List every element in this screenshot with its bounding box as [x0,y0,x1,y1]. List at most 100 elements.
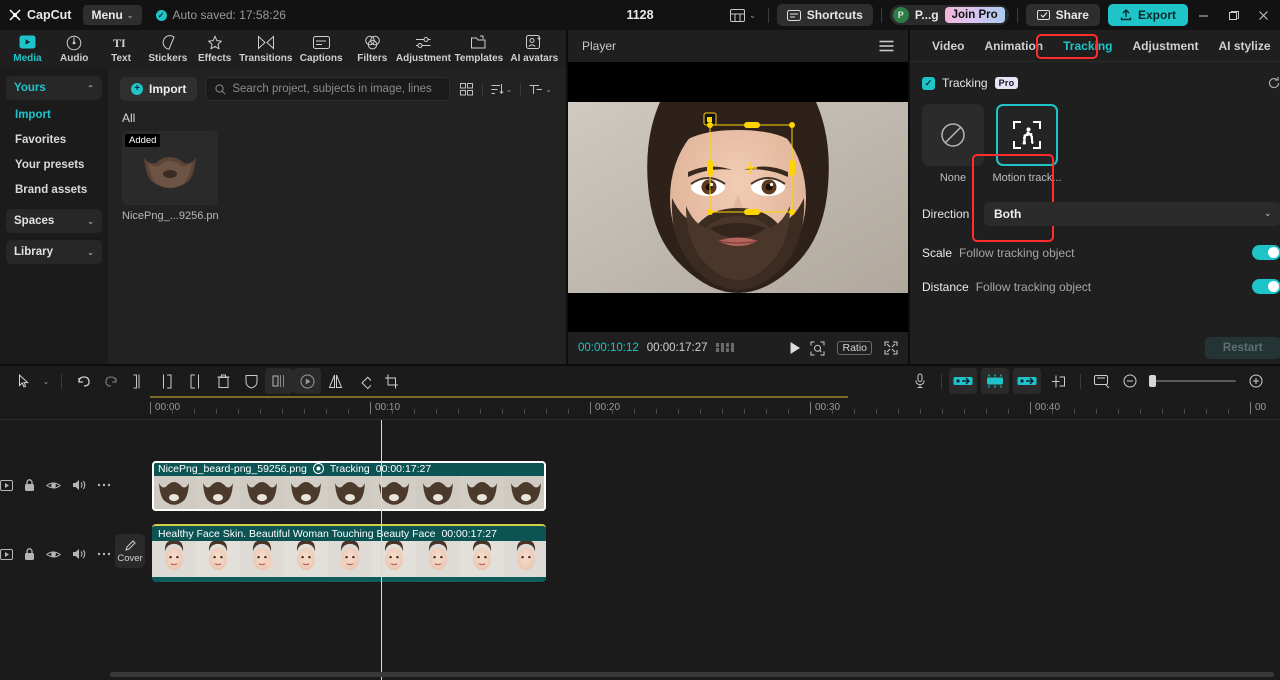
media-panel: Media Audio TI Text Stickers Effects Tra… [0,30,568,364]
account-chip[interactable]: P P...g Join Pro [889,5,1009,25]
tab-tracking[interactable]: Tracking [1053,35,1122,57]
ratio-button[interactable]: Ratio [837,341,872,355]
undo-icon[interactable] [69,368,97,394]
playhead[interactable]: 0 [381,420,382,680]
tab-animation[interactable]: Animation [974,35,1053,57]
menu-button[interactable]: Menu ⌄ [83,5,142,25]
filter-icon[interactable]: ⌄ [527,81,554,98]
close-button[interactable] [1248,0,1278,30]
track-video-icon[interactable] [0,548,13,560]
freeze-frame-icon[interactable] [293,368,321,394]
tab-stickers[interactable]: Stickers [144,30,191,68]
redo-icon[interactable] [97,368,125,394]
crop-icon[interactable] [377,368,405,394]
tab-text[interactable]: TI Text [98,30,145,68]
sidebar-item-brand-assets[interactable]: Brand assets [6,178,102,202]
tab-media[interactable]: Media [4,30,51,68]
zoom-out-icon[interactable] [1116,368,1144,394]
trim-start-icon[interactable] [153,368,181,394]
zoom-slider[interactable] [1149,375,1236,387]
tab-ai-avatars[interactable]: AI avatars [507,30,562,68]
lock-icon[interactable] [24,478,35,492]
split-clip-icon[interactable] [1045,368,1073,394]
tab-captions[interactable]: Captions [293,30,348,68]
play-button[interactable] [788,341,802,355]
import-button[interactable]: + Import [120,77,198,101]
timeline-ruler[interactable]: 00:00 00:10 00:20 00:30 00:40 00 [0,396,1280,420]
scale-toggle[interactable] [1251,245,1280,260]
zoom-in-icon[interactable] [1242,368,1270,394]
sidebar-item-favorites[interactable]: Favorites [6,128,102,152]
trim-end-icon[interactable] [181,368,209,394]
zoom-fit-icon[interactable] [810,341,825,356]
asset-thumbnail[interactable]: Added [122,131,218,205]
mask-icon[interactable] [237,368,265,394]
minimize-button[interactable] [1188,0,1218,30]
select-tool-dropdown[interactable]: ⌄ [38,368,54,394]
mode-motion-tracking[interactable]: Motion track... [992,104,1062,184]
preview-render-icon[interactable] [1088,368,1116,394]
text-icon: TI [112,34,130,51]
sidebar-item-your-presets[interactable]: Your presets [6,153,102,177]
adjust-clip-icon[interactable] [1013,368,1041,394]
tab-templates[interactable]: Templates [451,30,506,68]
tab-transitions[interactable]: Transitions [238,30,293,68]
tab-audio[interactable]: Audio [51,30,98,68]
sidebar-item-yours[interactable]: Yours ⌃ [6,76,102,100]
auto-cut-icon[interactable] [949,368,977,394]
smart-tool-icon[interactable] [981,368,1009,394]
search-field[interactable] [232,83,440,95]
sidebar-item-library[interactable]: Library ⌄ [6,240,102,264]
speaker-icon[interactable] [72,479,86,491]
fullscreen-icon[interactable] [884,341,898,355]
tab-video[interactable]: Video [922,35,974,57]
share-button[interactable]: Share [1025,4,1100,26]
delete-icon[interactable] [209,368,237,394]
timeline-hscrollbar[interactable] [110,672,1274,677]
search-input[interactable] [205,77,450,101]
timeline-clip-2[interactable]: Healthy Face Skin. Beautiful Woman Touch… [152,524,546,582]
tracking-checkbox[interactable]: ✓ [922,76,935,90]
layout-button[interactable]: ⌄ [726,6,760,25]
sort-icon[interactable]: ⌄ [489,81,515,98]
eye-icon[interactable] [45,549,61,560]
cover-button[interactable]: Cover [115,534,145,568]
export-button[interactable]: Export [1107,4,1188,26]
mirror-icon[interactable] [265,368,293,394]
track-more-icon[interactable] [97,552,111,556]
chevron-down-icon: ⌄ [87,247,94,257]
eye-icon[interactable] [45,480,61,491]
maximize-button[interactable] [1218,0,1248,30]
asset-item[interactable]: Added NicePng_...9256.png [122,131,218,222]
tracking-modes: None Motion track... [922,104,1280,184]
shortcuts-button[interactable]: Shortcuts [776,4,873,26]
grid-view-icon[interactable] [458,81,476,98]
restart-button[interactable]: Restart [1204,337,1280,359]
sidebar-item-spaces[interactable]: Spaces ⌄ [6,209,102,233]
tab-adjustment[interactable]: Adjustment [396,30,451,68]
tab-effects[interactable]: Effects [191,30,238,68]
microphone-icon[interactable] [906,368,934,394]
tab-adjustment[interactable]: Adjustment [1123,35,1209,57]
speaker-icon[interactable] [72,548,86,560]
timeline-clip-1[interactable]: NicePng_beard-png_59256.png Tracking 00:… [152,461,546,511]
mode-none[interactable]: None [922,104,984,184]
flip-icon[interactable] [321,368,349,394]
sidebar-item-import[interactable]: Import [6,103,102,127]
tab-filters[interactable]: Filters [349,30,396,68]
tab-ai-stylize[interactable]: AI stylize [1209,35,1280,57]
video-preview[interactable] [568,101,908,293]
distance-toggle[interactable] [1251,279,1280,294]
player-menu-icon[interactable] [879,40,894,52]
track-video-icon[interactable] [0,479,13,491]
rotate-icon[interactable] [349,368,377,394]
tracking-target-icon [312,463,324,474]
direction-select[interactable]: Both [984,202,1280,226]
split-icon[interactable] [125,368,153,394]
lock-icon[interactable] [24,547,35,561]
keyframe-icon[interactable] [715,342,736,354]
reset-icon[interactable] [1267,76,1280,90]
select-tool-icon[interactable] [10,368,38,394]
join-pro-badge[interactable]: Join Pro [944,7,1005,23]
track-more-icon[interactable] [97,483,111,487]
